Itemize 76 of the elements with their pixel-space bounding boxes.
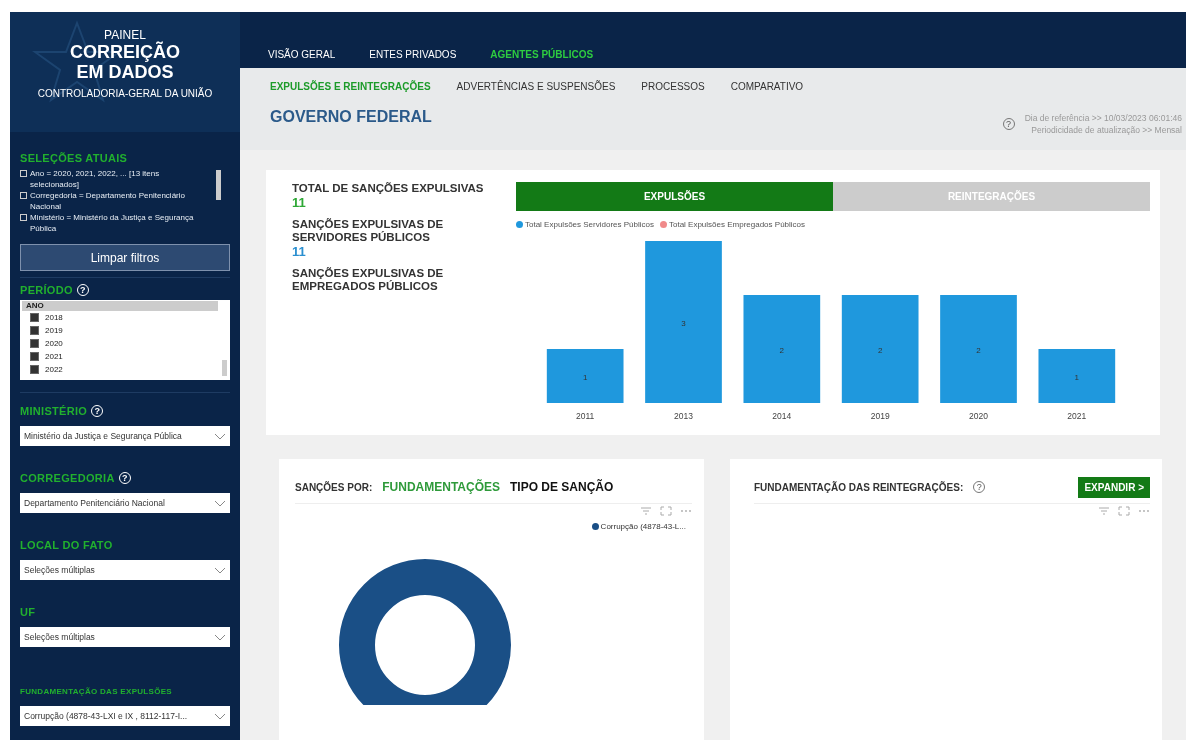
data-label: 2 [779,346,785,355]
card-title: SANÇÕES POR: [295,481,373,493]
kpi-label: SANÇÕES EXPULSIVAS DE EMPREGADOS PÚBLICOS [292,267,445,293]
filter-title: CORREGEDORIA [20,472,115,484]
sub-tab[interactable]: PROCESSOS [641,81,705,92]
option-tab[interactable]: FUNDAMENTAÇÕES [382,480,500,494]
kpi-label: TOTAL DE SANÇÕES EXPULSIVAS [292,182,485,195]
data-label: 1 [1074,373,1080,382]
filter-title: MINISTÉRIO [20,405,88,417]
section-title: SELEÇÕES ATUAIS [20,152,129,165]
axis-label: 2014 [772,411,792,421]
page-title: GOVERNO FEDERAL [270,108,432,126]
axis-label: 2013 [674,411,693,421]
selection-text: Corregedoria = Departamento Penitenciário Nacional [30,190,186,213]
dropdown-field[interactable]: Seleções múltiplas [20,560,230,580]
checkbox[interactable] [30,326,39,336]
selection-text: Ministério = Ministério da Justiça e Segurança Pública [30,212,195,235]
option-tab[interactable]: TIPO DE SANÇÃO [510,480,614,494]
year-option[interactable]: 2019 [45,326,63,336]
chevron-down-icon [214,712,226,720]
logo-text: PAINEL [104,28,146,42]
legend-label: Corrupção (4878-43-L... [600,522,686,531]
axis-label: 2021 [1067,411,1087,421]
data-label: 2 [976,346,981,355]
sub-tab[interactable]: ADVERTÊNCIAS E SUSPENSÕES [456,81,616,92]
year-option[interactable]: 2021 [45,352,63,362]
chevron-down-icon [214,432,226,440]
data-label: 1 [582,373,588,382]
axis-label: 2020 [969,411,988,421]
filter-title: UF [20,606,36,618]
scrollbar-thumb[interactable] [216,170,221,201]
kpi-label: SANÇÕES EXPULSIVAS DE SERVIDORES PÚBLICOS [292,218,445,244]
toggle-button[interactable]: EXPULSÕES [516,182,833,211]
dropdown-field[interactable]: Corrupção (4878-43-LXI e IX , 8112-117-I... [20,706,230,726]
nav-tab[interactable]: ENTES PRIVADOS [369,49,457,60]
year-option[interactable]: 2018 [45,313,63,323]
axis-label: 2019 [870,411,890,421]
filter-title: LOCAL DO FATO [20,539,113,551]
list-header: ANO [22,301,218,312]
checkbox[interactable] [30,352,39,362]
checkbox[interactable] [30,313,39,323]
chevron-down-icon [214,499,226,507]
legend-label: Total Expulsões Servidores Públicos [525,220,654,229]
axis-label: 2011 [576,411,595,421]
clear-filters-button[interactable]: Limpar filtros [20,244,230,272]
sub-tab[interactable]: COMPARATIVO [730,81,804,92]
card-title: FUNDAMENTAÇÃO DAS REINTEGRAÇÕES: [754,481,964,493]
chevron-down-icon [214,633,226,641]
nav-tab[interactable]: VISÃO GERAL [268,49,336,60]
checkbox[interactable] [30,365,39,375]
data-label: 3 [681,319,686,328]
dropdown-field[interactable]: Ministério da Justiça e Segurança Pública [20,426,230,446]
remove-filter-icon[interactable] [20,192,27,200]
filter-title: PERÍODO [20,284,73,297]
year-option[interactable]: 2022 [45,365,63,375]
dropdown-field[interactable]: Departamento Penitenciário Nacional [20,493,230,513]
kpi-value: 11 [292,195,307,210]
dropdown-field[interactable]: Seleções múltiplas [20,627,230,647]
checkbox[interactable] [30,339,39,349]
reference-text: Dia de referência >> 10/03/2023 06:01:46 [1024,112,1182,124]
logo-title: EM DADOS [76,62,174,82]
kpi-value: 11 [292,244,307,259]
scrollbar-thumb[interactable] [222,360,227,377]
expand-button[interactable]: EXPANDIR > [1078,476,1150,498]
nav-tab[interactable]: AGENTES PÚBLICOS [490,49,594,60]
reference-text: Periodicidade de atualização >> Mensal [1030,124,1182,136]
chevron-down-icon [214,566,226,574]
selection-text: Ano = 2020, 2021, 2022, ... [13 itens selecionados] [30,168,161,191]
filter-title: FUNDAMENTAÇÃO DAS EXPULSÕES [20,686,172,696]
remove-filter-icon[interactable] [20,170,27,178]
remove-filter-icon[interactable] [20,214,27,222]
legend-label: Total Expulsões Empregados Públicos [668,220,806,229]
logo-title: CORREIÇÃO [70,42,180,62]
logo-subtitle: CONTROLADORIA-GERAL DA UNIÃO [37,88,213,99]
year-option[interactable]: 2020 [45,339,63,349]
data-label: 2 [877,346,883,355]
